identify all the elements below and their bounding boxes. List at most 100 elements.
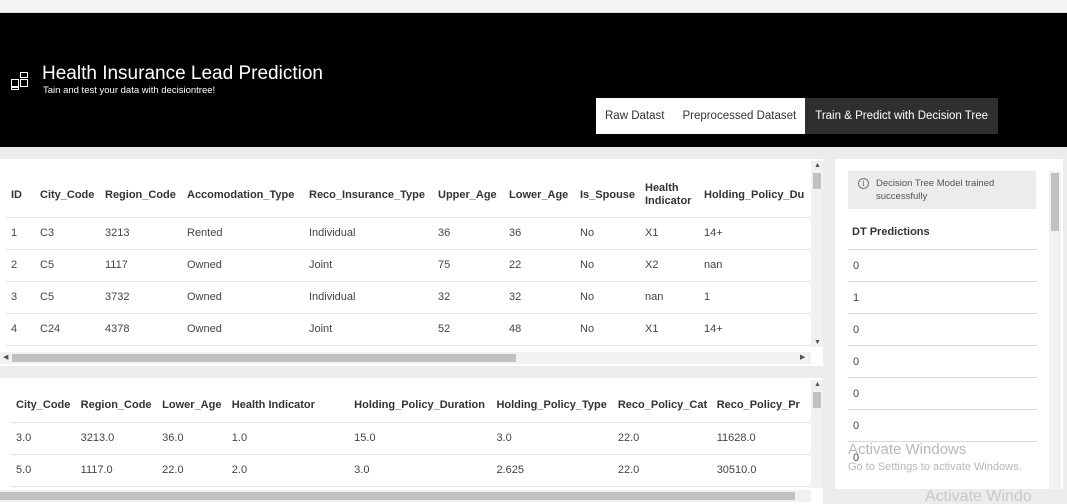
table-cell: 2.0 [226,453,350,487]
tab-raw-dataset[interactable]: Raw Datast [596,98,673,134]
tab-train-predict[interactable]: Train & Predict with Decision Tree [805,98,999,134]
processed-table-panel: City_Code Region_Code Lower_Age Health I… [0,378,823,504]
table-cell: Individual [304,280,433,313]
page-title: Health Insurance Lead Prediction [42,63,323,84]
table-cell: 1117.0 [75,453,158,487]
raw-table-vertical-scrollbar[interactable]: ▲ ▼ [811,161,823,347]
scroll-left-arrow-icon[interactable]: ◀ [3,354,8,362]
table-cell: 3.0 [349,453,492,487]
table-cell: 4 [6,312,35,346]
raw-table-horizontal-scrollbar[interactable]: ◀ ▶ [0,352,811,364]
table-cell: 22 [504,248,575,281]
table-row: 3.0 3213.0 36.0 1.0 15.0 3.0 22.0 11628.… [11,421,810,454]
column-header: City_Code [16,399,71,412]
table-cell: No [575,312,640,346]
table-cell: Joint [304,312,433,346]
prediction-value: 1 [853,292,860,304]
tab-bar: Raw Datast Preprocessed Dataset Train & … [596,98,999,134]
table-cell: X1 [640,312,699,346]
scroll-up-arrow-icon[interactable]: ▲ [814,381,821,389]
table-cell: 32 [504,280,575,313]
prediction-row: 1 [848,281,1037,313]
column-header: Holding_Policy_Du [704,188,805,201]
raw-table-viewport: ID City_Code Region_Code Accomodation_Ty… [6,173,810,356]
column-header: Region_Code [80,399,152,412]
alert-message: Decision Tree Model trained successfully [876,178,995,202]
table-cell: C5 [35,248,100,281]
table-cell: 2 [6,248,35,281]
model-trained-alert: i Decision Tree Model trained successful… [848,171,1036,209]
column-header: ID [11,188,22,201]
processed-table-vertical-scrollbar[interactable]: ▲ [811,380,823,488]
prediction-row: 0 [848,345,1037,377]
table-cell: 22.0 [157,453,227,487]
table-row: 1 C3 3213 Rented Individual 36 36 No X1 … [6,216,810,249]
page-subtitle: Tain and test your data with decisiontre… [43,85,216,96]
table-row: 2 C5 1117 Owned Joint 75 22 No X2 nan [6,248,810,281]
windows-activation-watermark: Activate Windows [848,441,967,458]
table-header-row: City_Code Region_Code Lower_Age Health I… [11,389,810,422]
table-cell: 1 [699,280,810,313]
windows-activation-hint: Go to Settings to activate Windows. [848,461,1022,473]
table-row: 3 C5 3732 Owned Individual 32 32 No nan … [6,280,810,313]
scroll-down-arrow-icon[interactable]: ▼ [814,339,821,347]
table-cell: 32 [433,280,504,313]
predictions-header: DT Predictions [852,226,930,238]
table-cell: C3 [35,216,100,249]
scroll-right-arrow-icon[interactable]: ▶ [800,354,805,362]
prediction-row: 0 [848,313,1037,345]
column-header: Lower_Age [162,399,222,412]
table-cell: Rented [182,216,304,249]
table-cell: C24 [35,312,100,346]
table-cell: No [575,248,640,281]
column-header: Reco_Policy_Pr [716,399,800,412]
table-cell: 36.0 [157,421,227,454]
table-cell: 14+ [699,312,810,346]
scroll-thumb[interactable] [813,392,821,408]
prediction-value: 0 [853,260,860,272]
scroll-thumb[interactable] [1051,173,1059,231]
table-cell: Owned [182,312,304,346]
table-cell: nan [699,248,810,281]
table-cell: Individual [304,216,433,249]
tab-preprocessed-dataset[interactable]: Preprocessed Dataset [673,98,805,134]
prediction-value: 0 [853,388,860,400]
table-header-row: ID City_Code Region_Code Accomodation_Ty… [6,173,810,217]
table-cell: 36 [433,216,504,249]
table-cell: 30510.0 [711,453,810,487]
table-cell: 22.0 [612,453,712,487]
table-cell: 3213.0 [75,421,158,454]
column-header: Holding_Policy_Type [496,399,607,412]
prediction-value: 0 [853,324,860,336]
column-header: Holding_Policy_Duration [354,399,485,412]
scroll-up-arrow-icon[interactable]: ▲ [814,162,821,170]
table-cell: 5.0 [11,453,76,487]
prediction-value: 0 [853,356,860,368]
column-header: Region_Code [105,188,176,201]
prediction-row: 0 [848,409,1037,441]
processed-table-horizontal-scrollbar[interactable] [0,490,811,502]
table-cell: 75 [433,248,504,281]
raw-table-panel: ID City_Code Region_Code Accomodation_Ty… [0,159,823,366]
table-row: 5.0 1117.0 22.0 2.0 3.0 2.625 22.0 30510… [11,453,810,487]
column-header: Reco_Insurance_Type [309,188,425,201]
scroll-thumb[interactable] [0,492,795,500]
prediction-row: 0 [848,377,1037,409]
scroll-thumb[interactable] [12,354,516,362]
column-header: Reco_Policy_Cat [617,399,708,412]
table-cell: 15.0 [349,421,492,454]
column-header: Health Indicator [231,399,315,412]
table-cell: 11628.0 [711,421,810,454]
table-cell: 36 [504,216,575,249]
table-cell: 3732 [100,280,182,313]
table-cell: 3213 [100,216,182,249]
table-cell: No [575,216,640,249]
table-cell: 4378 [100,312,182,346]
table-cell: X2 [640,248,699,281]
table-cell: 1.0 [226,421,350,454]
predictions-vertical-scrollbar[interactable] [1049,171,1061,489]
table-cell: 3 [6,280,35,313]
table-cell: 22.0 [612,421,712,454]
browser-top-strip [0,0,1067,13]
scroll-thumb[interactable] [813,173,821,189]
